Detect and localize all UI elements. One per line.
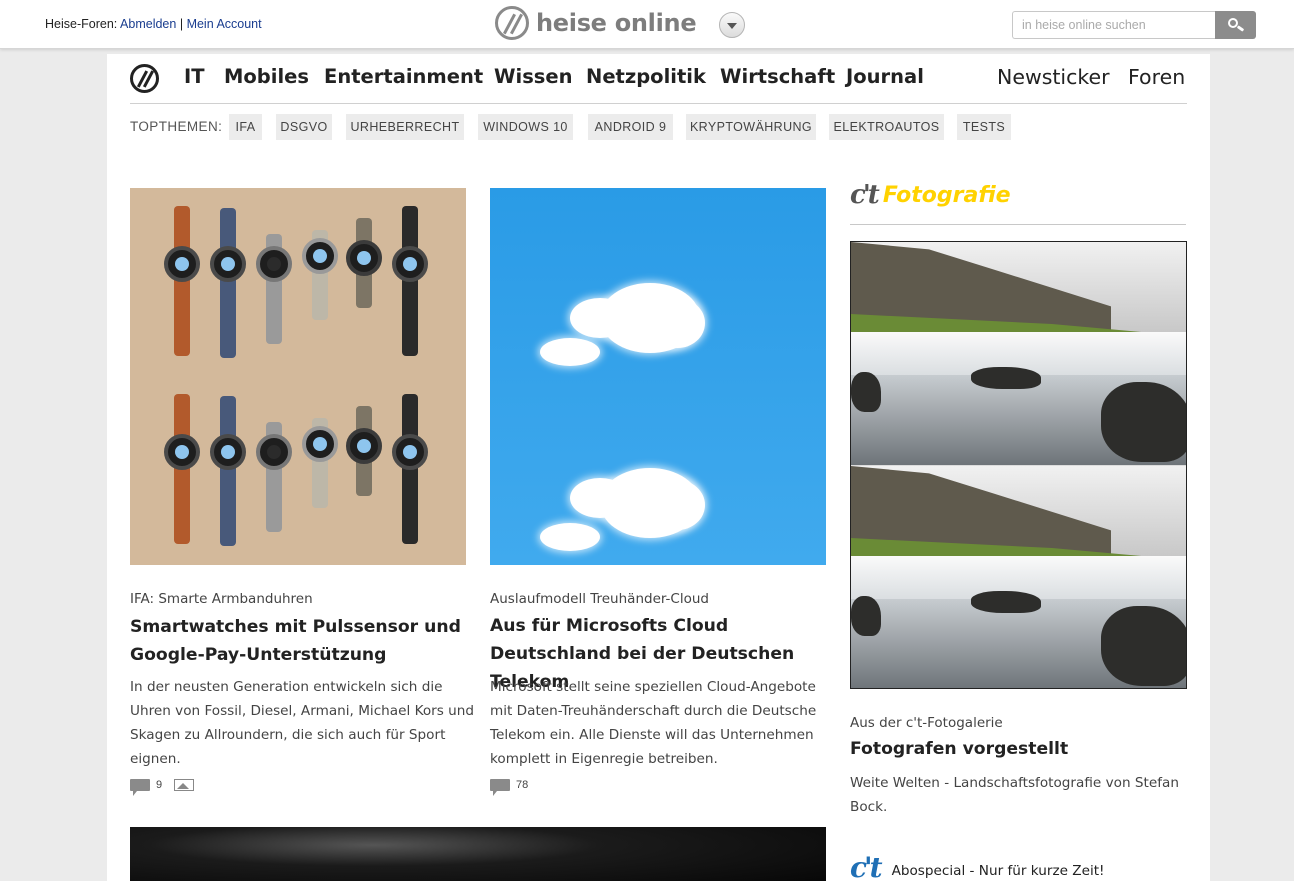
chevron-down-icon[interactable] [719,12,745,38]
nav-item-newsticker[interactable]: Newsticker [997,65,1110,89]
heise-logo-icon [495,6,529,40]
article-kicker: Auslaufmodell Treuhänder-Cloud [490,591,709,607]
comment-count[interactable]: 9 [156,779,162,791]
search-input[interactable] [1012,11,1216,39]
ct-fotografie-logo[interactable]: c't Fotografie [850,180,1011,210]
comment-icon[interactable] [130,779,150,796]
my-account-link[interactable]: Mein Account [187,17,262,31]
heise-nav-logo-icon[interactable] [130,64,159,93]
sidebar-headline[interactable]: Fotografen vorgestellt [850,735,1068,763]
tag-urheberrecht[interactable]: URHEBERRECHT [346,114,464,140]
search-button[interactable] [1215,11,1256,39]
separator: | [179,17,184,31]
ct-logo-icon: c't [850,180,880,210]
logout-link[interactable]: Abmelden [120,17,176,31]
nav-item-foren[interactable]: Foren [1128,65,1185,89]
tag-ifa[interactable]: IFA [229,114,262,140]
ct-logo-icon: c't [850,851,883,881]
content-sheet: IT Mobiles Entertainment Wissen Netzpoli… [107,54,1210,881]
article-teaser-text: Microsoft stellt seine speziellen Cloud-… [490,679,817,767]
nav-item-mobiles[interactable]: Mobiles [224,65,309,88]
ct-fotografie-label: Fotografie [882,182,1011,208]
main-nav: IT Mobiles Entertainment Wissen Netzpoli… [130,63,1187,104]
nav-item-wissen[interactable]: Wissen [494,65,573,88]
tag-tests[interactable]: TESTS [957,114,1011,140]
divider [850,224,1186,225]
sidebar-teaser: Weite Welten - Landschaftsfotografie von… [850,775,1179,815]
article-teaser-text: In der neusten Generation entwickeln sic… [130,679,474,767]
brand-name: heise online [536,9,697,37]
article-kicker: IFA: Smarte Armbanduhren [130,591,313,607]
nav-item-netzpolitik[interactable]: Netzpolitik [586,65,706,88]
top-themes-label: TOPTHEMEN: [130,119,223,134]
smartwatches-image[interactable] [130,188,466,565]
tag-dsgvo[interactable]: DSGVO [276,114,332,140]
nav-item-entertainment[interactable]: Entertainment [324,65,483,88]
nav-item-it[interactable]: IT [184,65,205,88]
article-meta: 78 [490,777,528,796]
comment-count[interactable]: 78 [516,779,528,791]
tag-kryptowaehrung[interactable]: KRYPTOWÄHRUNG [686,114,816,140]
comment-icon[interactable] [490,779,510,796]
abo-special-promo[interactable]: c't Abospecial - Nur für kurze Zeit! [850,851,1105,881]
article-headline[interactable]: Smartwatches mit Pulssensor und Google-P… [130,613,466,669]
tag-android-9[interactable]: ANDROID 9 [588,114,673,140]
nav-item-journal[interactable]: Journal [846,65,924,88]
article-meta: 9 [130,777,195,796]
cloud-image[interactable] [490,188,826,565]
forum-links: Heise-Foren: Abmelden | Mein Account [45,17,262,31]
forum-prefix: Heise-Foren: [45,17,118,31]
landscape-photo[interactable] [850,241,1187,689]
dark-teaser-image[interactable] [130,827,826,881]
sidebar-kicker: Aus der c't-Fotogalerie [850,715,1003,731]
tag-elektroautos[interactable]: ELEKTROAUTOS [829,114,944,140]
abo-special-text[interactable]: Abospecial - Nur für kurze Zeit! [892,863,1105,879]
heise-online-logo[interactable]: heise online [495,6,697,40]
gallery-icon[interactable] [174,779,195,791]
top-bar: Heise-Foren: Abmelden | Mein Account hei… [0,0,1294,49]
tag-windows-10[interactable]: WINDOWS 10 [478,114,573,140]
nav-item-wirtschaft[interactable]: Wirtschaft [720,65,835,88]
